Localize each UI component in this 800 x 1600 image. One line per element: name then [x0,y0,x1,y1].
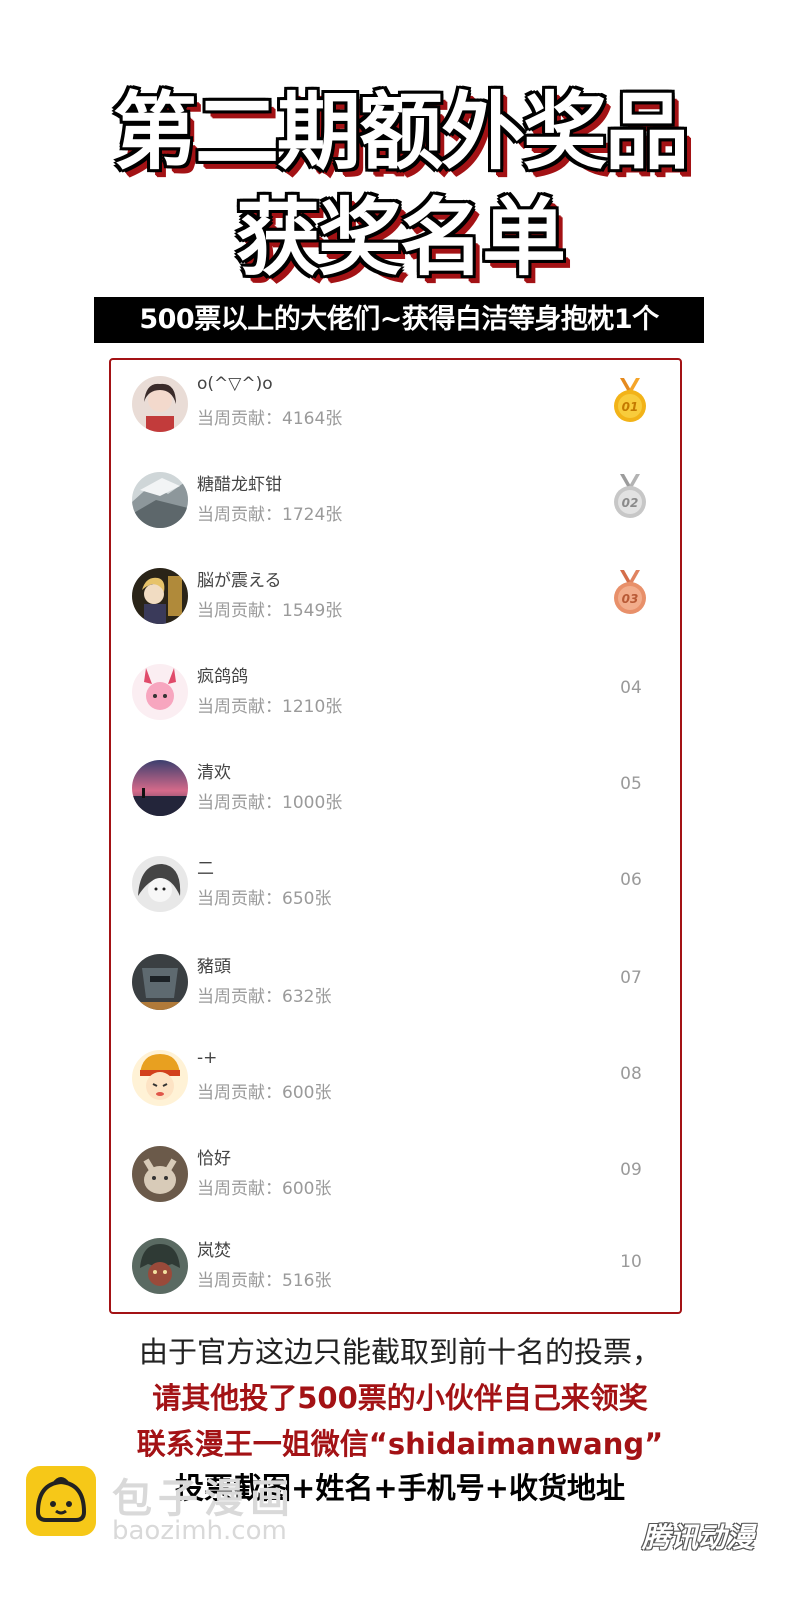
leaderboard-row[interactable]: 豬頭 当周贡献：632张 07 [111,938,680,1034]
avatar[interactable] [132,568,188,624]
leaderboard-row[interactable]: 脳が震える 当周贡献：1549张 03 [111,552,680,648]
avatar[interactable] [132,954,188,1010]
gold-medal-icon: 01 [611,378,649,424]
user-name: 脳が震える [197,571,282,591]
rank-number: 08 [620,1064,642,1084]
watermark-domain: baozimh.com [112,1516,287,1546]
watermark-tencent: 腾讯动漫 [642,1521,755,1554]
rank-number: 07 [620,968,642,988]
leaderboard-row[interactable]: 糖醋龙虾钳 当周贡献：1724张 02 [111,456,680,552]
leaderboard-row[interactable]: 疯鸽鸽 当周贡献：1210张 04 [111,648,680,744]
weekly-contribution: 当周贡献：650张 [197,889,332,909]
weekly-contribution: 当周贡献：1210张 [197,697,343,717]
weekly-contribution: 当周贡献：516张 [197,1271,332,1291]
avatar[interactable] [132,1050,188,1106]
notice-line-2: 请其他投了500票的小伙伴自己来领奖 [152,1381,648,1415]
leaderboard-row[interactable]: 恰好 当周贡献：600张 09 [111,1130,680,1226]
user-name: -+ [197,1048,218,1068]
leaderboard-row[interactable]: 二 当周贡献：650张 06 [111,840,680,936]
title-line-1: 第二期额外奖品 [112,83,689,181]
leaderboard-row[interactable]: o(^▽^)o 当周贡献：4164张 01 [111,360,680,456]
notice-line-3: 联系漫王一姐微信“shidaimanwang” [136,1427,664,1461]
user-name: 二 [197,859,214,879]
avatar[interactable] [132,1238,188,1294]
title-line-2: 获奖名单 [235,189,566,287]
weekly-contribution: 当周贡献：4164张 [197,409,343,429]
user-name: 疯鸽鸽 [197,667,248,687]
user-name: 糖醋龙虾钳 [197,475,282,495]
rank-number: 04 [620,678,642,698]
rank-number: 05 [620,774,642,794]
avatar[interactable] [132,376,188,432]
weekly-contribution: 当周贡献：600张 [197,1083,332,1103]
avatar[interactable] [132,856,188,912]
user-name: 岚焚 [197,1241,231,1261]
rank-number: 09 [620,1160,642,1180]
leaderboard-row[interactable]: 清欢 当周贡献：1000张 05 [111,744,680,840]
rank-number: 03 [622,592,639,606]
notice-line-1: 由于官方这边只能截取到前十名的投票， [138,1335,661,1369]
bun-logo-icon [26,1466,96,1536]
weekly-contribution: 当周贡献：1549张 [197,601,343,621]
leaderboard-row[interactable]: 岚焚 当周贡献：516张 10 [111,1222,680,1318]
user-name: o(^▽^)o [197,374,273,394]
rank-number: 01 [622,400,639,414]
avatar[interactable] [132,1146,188,1202]
weekly-contribution: 当周贡献：1724张 [197,505,343,525]
rank-number: 10 [620,1252,642,1272]
leaderboard-panel: o(^▽^)o 当周贡献：4164张 01 糖醋龙虾钳 当周贡献：1724张 0… [109,358,682,1314]
avatar[interactable] [132,664,188,720]
silver-medal-icon: 02 [611,474,649,520]
user-name: 豬頭 [197,957,231,977]
prize-banner: 500票以上的大佬们~获得白洁等身抱枕1个 [94,297,704,343]
leaderboard-row[interactable]: -+ 当周贡献：600张 08 [111,1034,680,1130]
avatar[interactable] [132,472,188,528]
avatar[interactable] [132,760,188,816]
user-name: 恰好 [197,1149,231,1169]
rank-number: 02 [622,496,639,510]
user-name: 清欢 [197,763,231,783]
weekly-contribution: 当周贡献：600张 [197,1179,332,1199]
weekly-contribution: 当周贡献：632张 [197,987,332,1007]
weekly-contribution: 当周贡献：1000张 [197,793,343,813]
bronze-medal-icon: 03 [611,570,649,616]
rank-number: 06 [620,870,642,890]
